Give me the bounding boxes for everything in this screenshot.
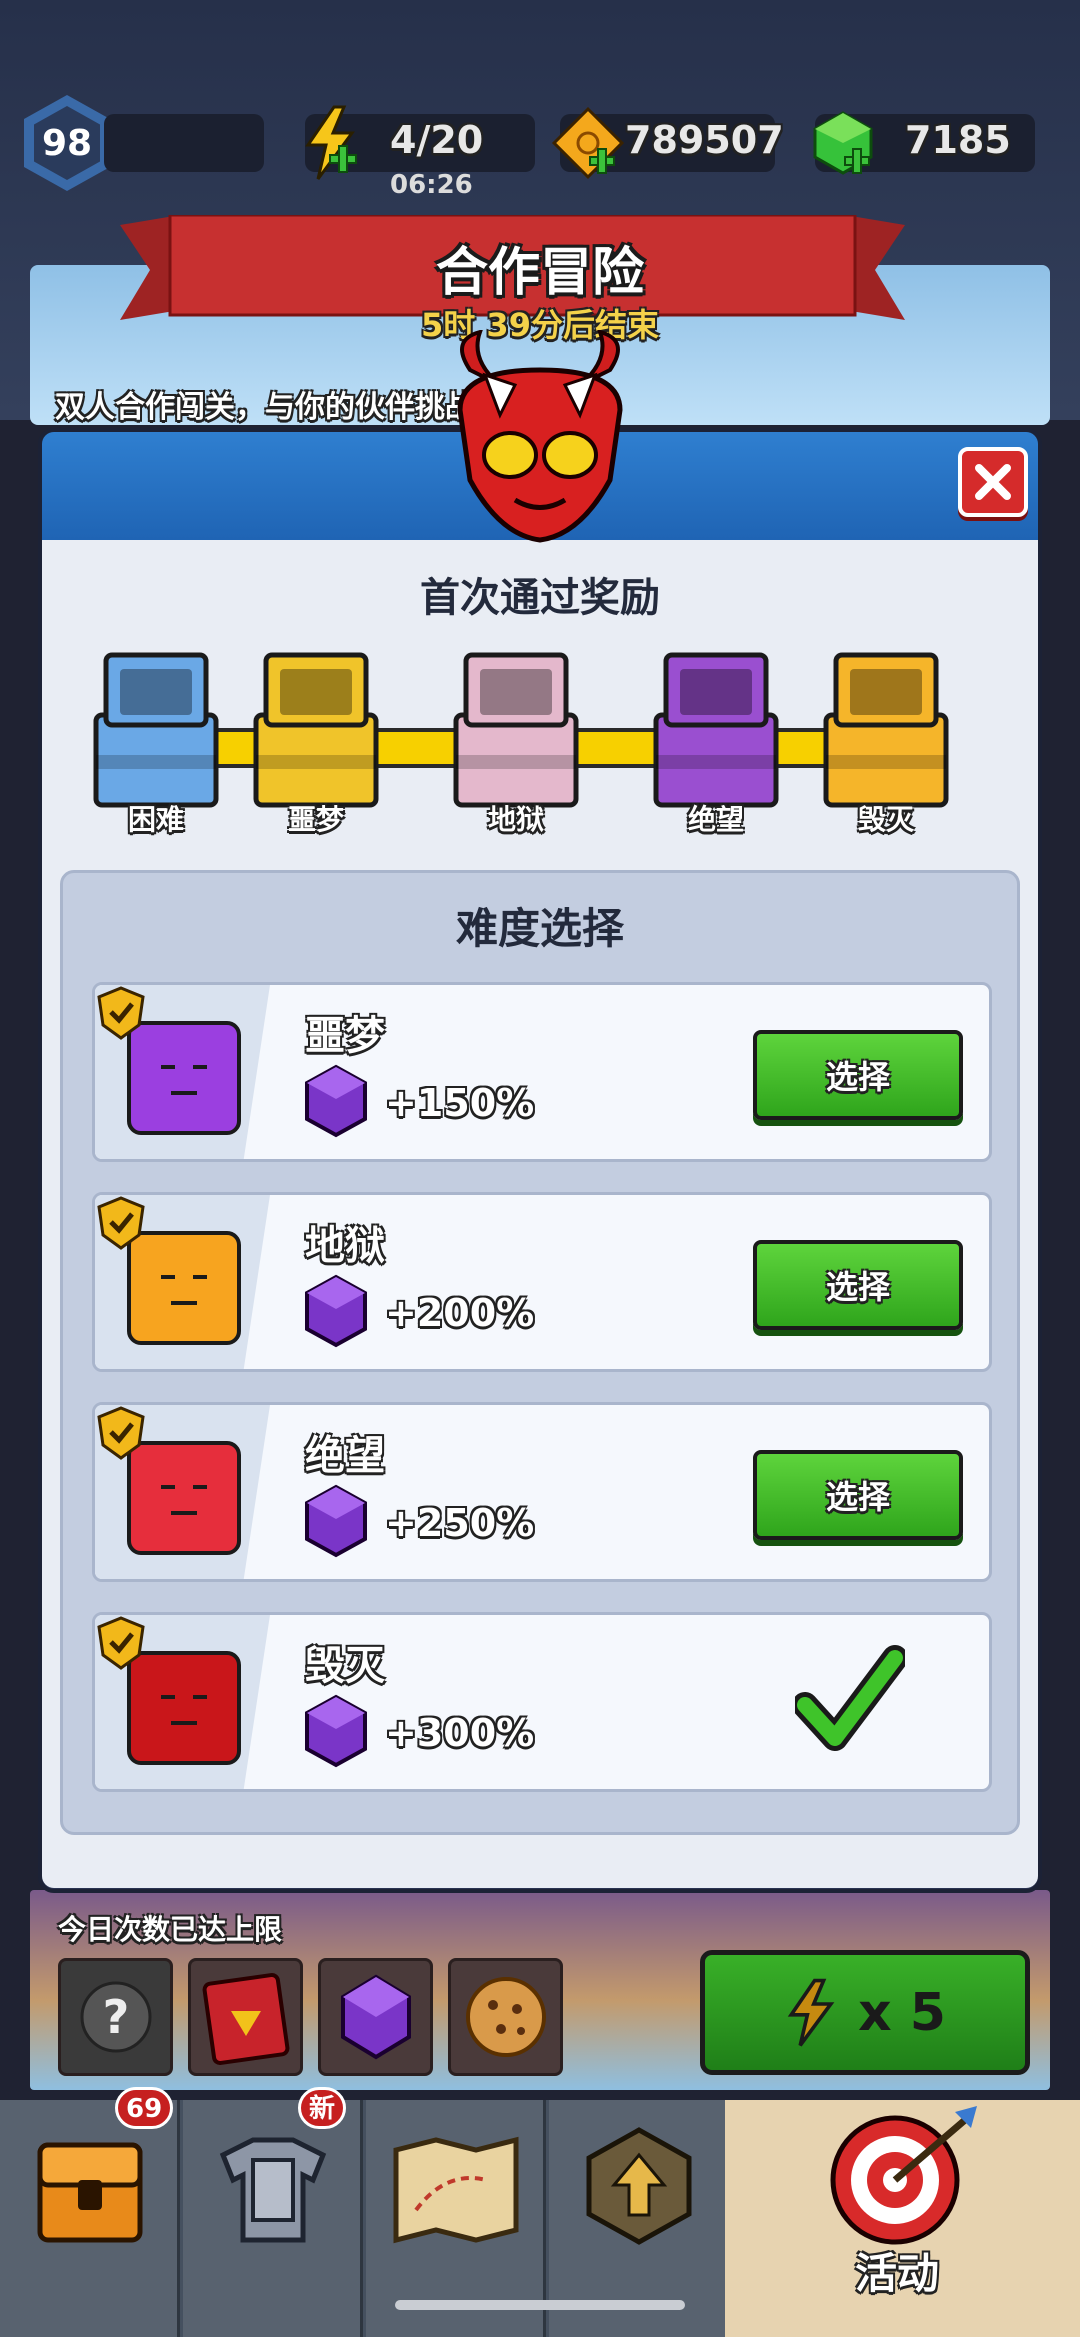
reward-chest-label: 噩梦 — [287, 803, 344, 836]
nav-tab-events[interactable] — [725, 2100, 1080, 2337]
close-icon — [975, 464, 1011, 500]
difficulty-title: 难度选择 — [455, 904, 624, 953]
reward-slot-crystal[interactable] — [318, 1958, 433, 2076]
question-icon: ? — [80, 1981, 152, 2053]
reward-slot-cookie[interactable] — [448, 1958, 563, 2076]
reward-chest-label: 困难 — [127, 803, 184, 836]
gem-value: 7185 — [905, 118, 1011, 162]
devil-mask-icon — [457, 330, 623, 543]
start-cost: x 5 — [858, 1982, 946, 2043]
difficulty-row: 毁灭 +300% — [92, 1612, 992, 1792]
difficulty-bonus: +200% — [385, 1291, 535, 1335]
difficulty-bonus: +250% — [385, 1501, 535, 1545]
energy-value: 4/20 — [390, 118, 484, 162]
shield-check-icon — [97, 1406, 145, 1460]
target-icon — [830, 2106, 977, 2245]
coin-icon — [551, 106, 625, 180]
select-button[interactable]: 选择 — [753, 1240, 963, 1330]
select-button[interactable]: 选择 — [753, 1450, 963, 1540]
upgrade-arrow-icon — [586, 2127, 692, 2245]
energy-timer: 06:26 — [390, 170, 473, 200]
shield-check-icon — [97, 1196, 145, 1250]
purple-crystal-icon — [305, 1064, 367, 1138]
reward-chest-2-icon[interactable] — [246, 645, 386, 815]
difficulty-name: 绝望 — [305, 1433, 385, 1479]
difficulty-row: 噩梦 +150% 选择 — [92, 982, 992, 1162]
energy-icon — [305, 105, 357, 180]
reward-chest-4-icon[interactable] — [646, 645, 786, 815]
book-icon — [202, 1973, 290, 2065]
reward-chest-3-icon[interactable] — [446, 645, 586, 815]
energy-icon — [787, 1978, 835, 2046]
nav-label-events: 活动 — [855, 2249, 940, 2298]
reward-chest-label: 毁灭 — [857, 803, 914, 836]
coin-value: 789507 — [625, 118, 784, 162]
reward-slot-unknown[interactable]: ? — [58, 1958, 173, 2076]
purple-crystal-icon — [341, 1974, 411, 2060]
nav-tab-equipment[interactable] — [183, 2100, 363, 2337]
reward-slot-book[interactable] — [188, 1958, 303, 2076]
cookie-icon — [466, 1977, 546, 2057]
equipment-new-badge: 新 — [298, 2087, 347, 2129]
gem-icon — [813, 111, 873, 175]
reward-chest-label: 地狱 — [487, 803, 544, 836]
chest-badge: 69 — [115, 2087, 174, 2129]
difficulty-bonus: +150% — [385, 1081, 535, 1125]
checkmark-icon — [795, 1645, 905, 1751]
nav-tab-chests[interactable] — [0, 2100, 180, 2337]
reward-title: 首次通过奖励 — [420, 575, 660, 621]
shield-check-icon — [97, 986, 145, 1040]
level-progress-bar — [104, 114, 264, 172]
svg-text:?: ? — [103, 1990, 130, 2044]
difficulty-name: 毁灭 — [305, 1643, 385, 1689]
shield-check-icon — [97, 1616, 145, 1670]
purple-crystal-icon — [305, 1484, 367, 1558]
daily-limit-text: 今日次数已达上限 — [58, 1913, 283, 1946]
difficulty-row: 绝望 +250% 选择 — [92, 1402, 992, 1582]
close-button[interactable] — [958, 447, 1028, 517]
difficulty-bonus: +300% — [385, 1711, 535, 1755]
difficulty-name: 地狱 — [305, 1223, 385, 1269]
start-button[interactable]: x 5 — [700, 1950, 1030, 2075]
map-icon — [393, 2136, 519, 2244]
reward-chest-1-icon[interactable] — [86, 645, 226, 815]
event-title: 合作冒险 — [435, 243, 644, 303]
purple-crystal-icon — [305, 1694, 367, 1768]
home-indicator — [395, 2300, 685, 2310]
difficulty-row: 地狱 +200% 选择 — [92, 1192, 992, 1372]
reward-chest-label: 绝望 — [687, 803, 744, 836]
reward-chest-5-icon[interactable] — [816, 645, 956, 815]
purple-crystal-icon — [305, 1274, 367, 1348]
select-button[interactable]: 选择 — [753, 1030, 963, 1120]
difficulty-name: 噩梦 — [305, 1013, 385, 1059]
